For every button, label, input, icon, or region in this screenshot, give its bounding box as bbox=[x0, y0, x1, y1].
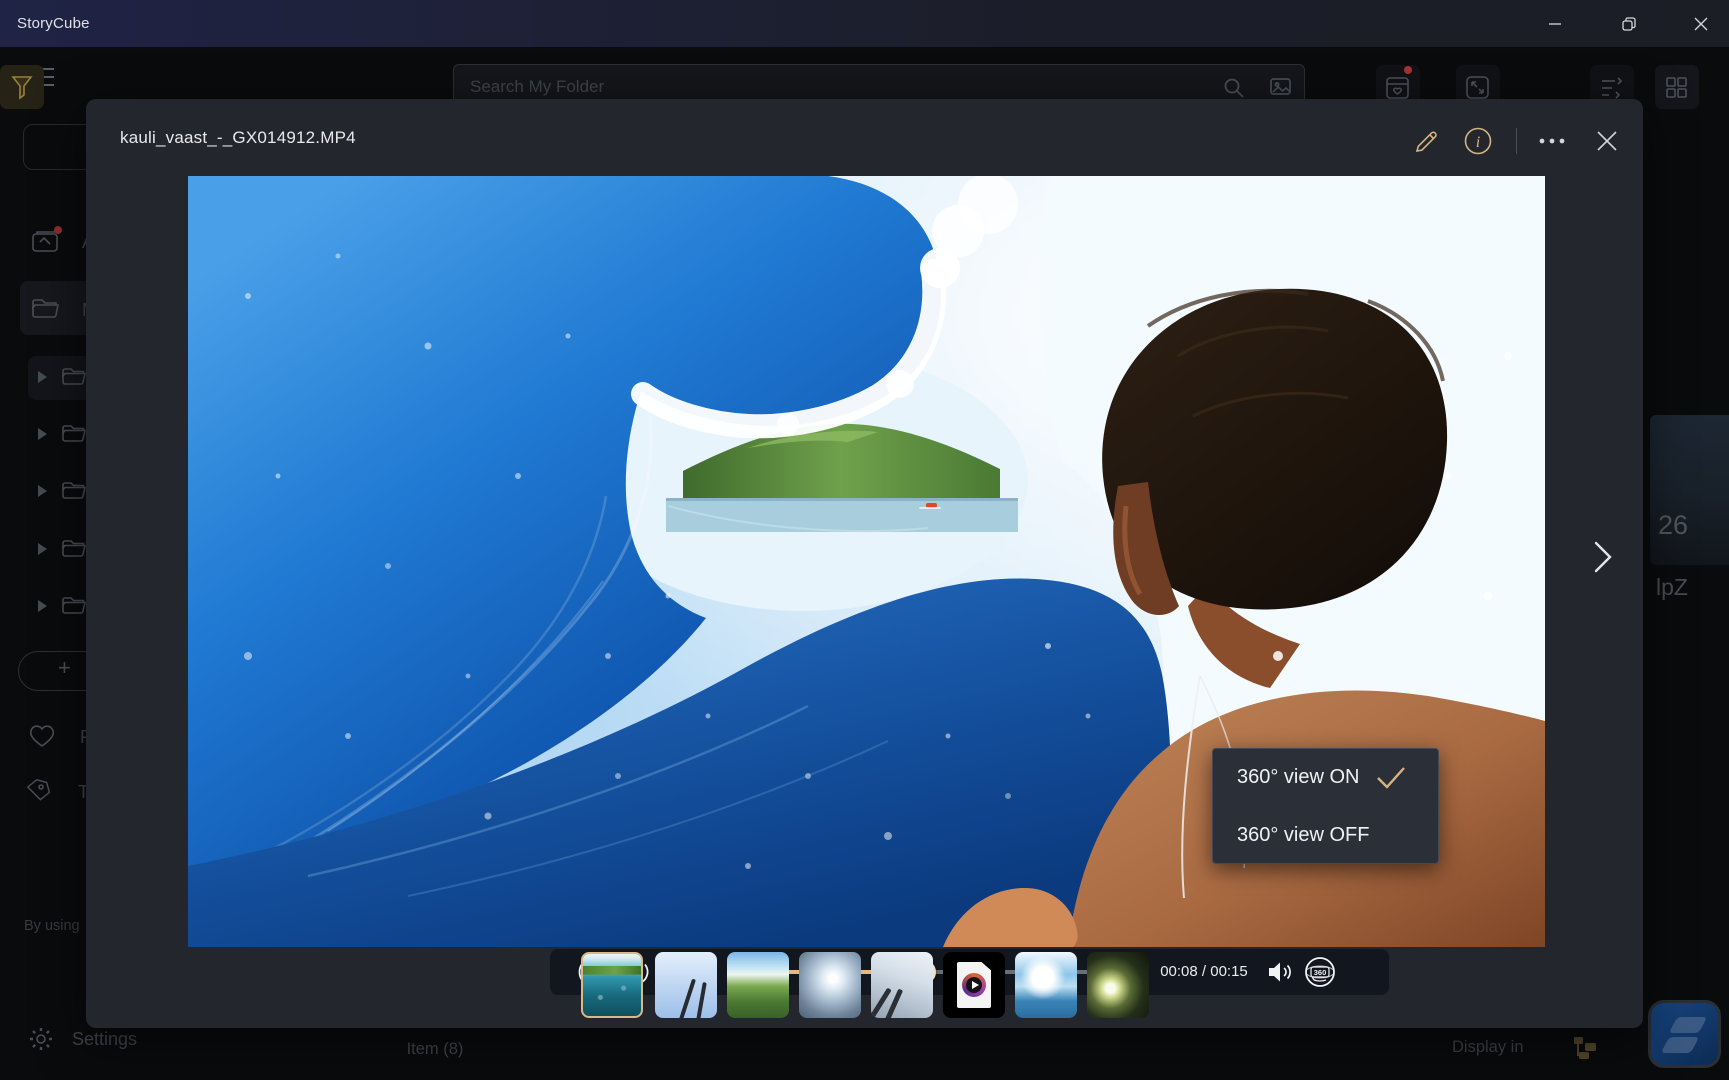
menu-item-360-off[interactable]: 360° view OFF bbox=[1213, 807, 1438, 864]
close-window-icon bbox=[1694, 17, 1708, 31]
subfolder-icon[interactable] bbox=[62, 366, 86, 392]
globe-360-icon: 360 bbox=[1304, 956, 1336, 988]
header-divider bbox=[1516, 128, 1517, 154]
menu-item-label: 360° view OFF bbox=[1237, 824, 1369, 847]
logo-glyph bbox=[1661, 1037, 1700, 1053]
chevron-right-icon bbox=[1593, 540, 1613, 574]
view-360-menu: 360° view ON 360° view OFF bbox=[1212, 748, 1439, 864]
subfolder-icon[interactable] bbox=[62, 595, 86, 621]
sliders-icon bbox=[1600, 75, 1624, 101]
titlebar: StoryCube bbox=[0, 0, 1729, 47]
info-button[interactable]: i bbox=[1463, 126, 1493, 156]
background-grid-item bbox=[1650, 415, 1729, 565]
subfolder-icon[interactable] bbox=[62, 423, 86, 449]
time-display: 00:08 / 00:15 bbox=[1140, 949, 1268, 995]
expander-arrow-icon[interactable] bbox=[38, 543, 47, 555]
filter-button[interactable] bbox=[0, 65, 44, 109]
menu-item-label: 360° view ON bbox=[1237, 766, 1360, 789]
expander-arrow-icon[interactable] bbox=[38, 485, 47, 497]
subfolder-icon[interactable] bbox=[62, 538, 86, 564]
ellipsis-icon bbox=[1539, 137, 1565, 145]
view-360-button[interactable]: 360 bbox=[1304, 956, 1336, 993]
thumbnail-5[interactable] bbox=[871, 952, 933, 1018]
gear-icon bbox=[28, 1026, 54, 1052]
thumbnail-8[interactable] bbox=[1087, 952, 1149, 1018]
display-in-label[interactable]: Display in bbox=[1452, 1038, 1524, 1057]
volume-button[interactable] bbox=[1268, 960, 1294, 989]
check-icon bbox=[1374, 765, 1408, 791]
settings-label: Settings bbox=[72, 1029, 137, 1050]
album-red-dot bbox=[54, 226, 62, 234]
storycube-logo-button[interactable] bbox=[1648, 1000, 1721, 1068]
more-options-button[interactable] bbox=[1537, 126, 1567, 156]
close-window-button[interactable] bbox=[1679, 0, 1723, 47]
svg-text:i: i bbox=[1476, 134, 1480, 151]
plus-icon: + bbox=[58, 655, 71, 681]
grid-icon bbox=[1665, 75, 1689, 101]
svg-text:360: 360 bbox=[1314, 968, 1327, 977]
minimize-icon bbox=[1548, 17, 1562, 31]
expander-arrow-icon[interactable] bbox=[38, 428, 47, 440]
expander-arrow-icon[interactable] bbox=[38, 371, 47, 383]
minimize-button[interactable] bbox=[1533, 0, 1577, 47]
edit-button[interactable] bbox=[1412, 126, 1442, 156]
pencil-icon bbox=[1414, 128, 1440, 154]
display-layout-icon[interactable] bbox=[1570, 1034, 1600, 1062]
filter-funnel-icon bbox=[11, 75, 33, 101]
logo-glyph bbox=[1669, 1017, 1708, 1033]
ski-pole bbox=[678, 979, 696, 1018]
restore-icon bbox=[1622, 17, 1636, 31]
diagonal-arrows-icon bbox=[1466, 75, 1490, 101]
thumbnail-7[interactable] bbox=[1015, 952, 1077, 1018]
menu-item-360-on[interactable]: 360° view ON bbox=[1213, 749, 1438, 806]
next-media-button[interactable] bbox=[1581, 529, 1625, 585]
folder-icon bbox=[32, 296, 60, 325]
info-icon: i bbox=[1464, 127, 1492, 155]
thumbnail-1-selected[interactable] bbox=[581, 952, 643, 1018]
sidebar-item-favorite[interactable] bbox=[28, 723, 56, 754]
grid-view-button[interactable] bbox=[1655, 65, 1699, 109]
play-ring-icon bbox=[962, 973, 986, 997]
thumbnail-3[interactable] bbox=[727, 952, 789, 1018]
calendar-heart-icon bbox=[1386, 75, 1410, 101]
close-viewer-button[interactable] bbox=[1592, 126, 1622, 156]
restore-button[interactable] bbox=[1607, 0, 1651, 47]
app-title: StoryCube bbox=[17, 0, 90, 47]
media-viewer-dialog: kauli_vaast_-_GX014912.MP4 i bbox=[86, 99, 1643, 1028]
thumbnail-2[interactable] bbox=[655, 952, 717, 1018]
expander-arrow-icon[interactable] bbox=[38, 600, 47, 612]
thumbnail-4[interactable] bbox=[799, 952, 861, 1018]
media-title: kauli_vaast_-_GX014912.MP4 bbox=[120, 128, 356, 148]
image-search-icon[interactable] bbox=[1270, 77, 1294, 99]
close-icon bbox=[1597, 131, 1617, 151]
by-using-text: By using bbox=[24, 918, 80, 934]
sidebar-item-tag[interactable] bbox=[26, 778, 52, 809]
grid-item-text: 26 bbox=[1658, 510, 1688, 541]
volume-icon bbox=[1268, 960, 1294, 984]
item-count-text: Item (8) bbox=[370, 1040, 500, 1059]
settings-button[interactable] bbox=[28, 1026, 54, 1057]
ski-pole bbox=[695, 982, 707, 1018]
notification-dot bbox=[1404, 66, 1412, 74]
subfolder-icon[interactable] bbox=[62, 480, 86, 506]
screen: StoryCube Search My Folder bbox=[0, 0, 1729, 1080]
thumbnail-6[interactable] bbox=[943, 952, 1005, 1018]
search-icon[interactable] bbox=[1223, 77, 1245, 99]
grid-item-filename: lpZ bbox=[1656, 574, 1688, 601]
